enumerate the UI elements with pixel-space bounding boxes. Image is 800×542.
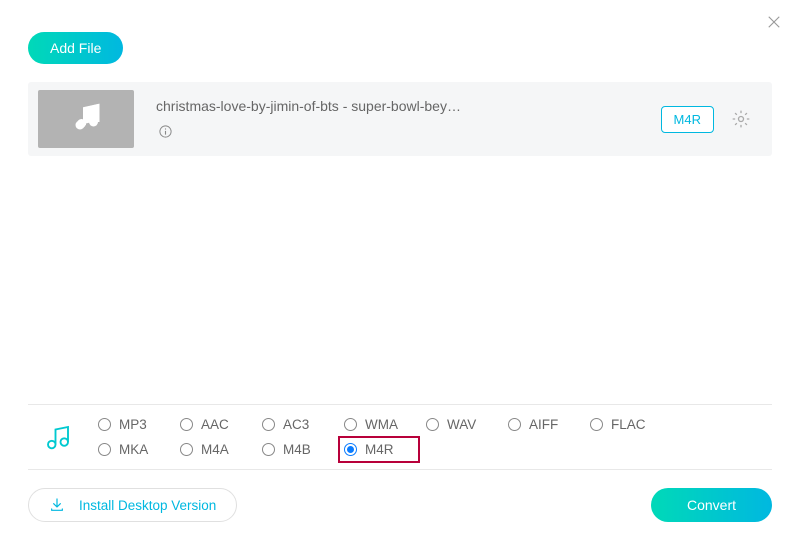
format-option-aiff[interactable]: AIFF xyxy=(508,417,590,432)
format-label: WMA xyxy=(365,417,398,432)
format-option-aac[interactable]: AAC xyxy=(180,417,262,432)
format-option-mka[interactable]: MKA xyxy=(98,442,180,457)
format-option-wav[interactable]: WAV xyxy=(426,417,508,432)
info-button[interactable] xyxy=(156,122,174,140)
format-option-m4a[interactable]: M4A xyxy=(180,442,262,457)
file-item: christmas-love-by-jimin-of-bts - super-b… xyxy=(28,82,772,156)
radio-icon xyxy=(98,418,111,431)
format-options: MP3 AAC AC3 WMA WAV AIFF FLAC MKA M4A M4B M4R xyxy=(88,417,772,457)
file-thumbnail xyxy=(38,90,134,148)
format-label: AIFF xyxy=(529,417,558,432)
music-note-icon xyxy=(68,101,104,137)
radio-icon xyxy=(262,418,275,431)
format-panel: MP3 AAC AC3 WMA WAV AIFF FLAC MKA M4A M4B M4R xyxy=(28,404,772,470)
format-option-flac[interactable]: FLAC xyxy=(590,417,672,432)
file-actions: M4R xyxy=(661,106,752,133)
radio-icon xyxy=(98,443,111,456)
radio-icon xyxy=(180,443,193,456)
radio-icon xyxy=(180,418,193,431)
download-icon xyxy=(49,497,65,513)
close-icon xyxy=(765,13,783,31)
install-desktop-button[interactable]: Install Desktop Version xyxy=(28,488,237,522)
radio-icon xyxy=(508,418,521,431)
format-option-mp3[interactable]: MP3 xyxy=(98,417,180,432)
output-format-badge[interactable]: M4R xyxy=(661,106,714,133)
format-option-m4r[interactable]: M4R xyxy=(338,436,420,463)
convert-button[interactable]: Convert xyxy=(651,488,772,522)
format-label: WAV xyxy=(447,417,476,432)
radio-icon xyxy=(262,443,275,456)
format-label: FLAC xyxy=(611,417,646,432)
audio-format-icon xyxy=(28,422,88,452)
info-icon xyxy=(158,124,173,139)
format-option-wma[interactable]: WMA xyxy=(344,417,426,432)
format-label: MP3 xyxy=(119,417,147,432)
format-label: AAC xyxy=(201,417,229,432)
format-label: MKA xyxy=(119,442,148,457)
format-label: AC3 xyxy=(283,417,309,432)
file-meta: christmas-love-by-jimin-of-bts - super-b… xyxy=(156,98,661,140)
radio-icon xyxy=(344,418,357,431)
install-label: Install Desktop Version xyxy=(79,498,216,513)
close-button[interactable] xyxy=(760,8,788,36)
format-label: M4A xyxy=(201,442,229,457)
gear-icon xyxy=(731,109,751,129)
add-file-button[interactable]: Add File xyxy=(28,32,123,64)
format-option-ac3[interactable]: AC3 xyxy=(262,417,344,432)
bottom-bar: Install Desktop Version Convert xyxy=(28,488,772,522)
settings-button[interactable] xyxy=(730,108,752,130)
radio-icon xyxy=(344,443,357,456)
radio-icon xyxy=(590,418,603,431)
radio-icon xyxy=(426,418,439,431)
format-option-m4b[interactable]: M4B xyxy=(262,442,344,457)
format-label: M4R xyxy=(365,442,394,457)
format-label: M4B xyxy=(283,442,311,457)
file-name: christmas-love-by-jimin-of-bts - super-b… xyxy=(156,98,661,114)
